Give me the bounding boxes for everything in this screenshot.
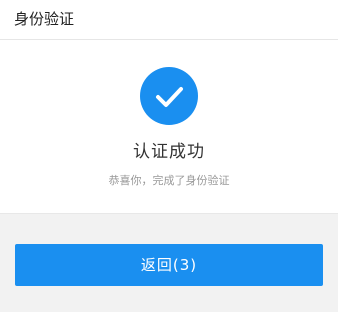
header-bar: 身份验证	[0, 0, 338, 40]
back-button[interactable]: 返回(3)	[15, 244, 323, 286]
result-panel: 认证成功 恭喜你，完成了身份验证	[0, 40, 338, 214]
check-circle-icon	[140, 67, 198, 125]
success-message: 恭喜你，完成了身份验证	[108, 174, 230, 187]
page-title: 身份验证	[14, 10, 75, 28]
success-title: 认证成功	[133, 142, 205, 162]
